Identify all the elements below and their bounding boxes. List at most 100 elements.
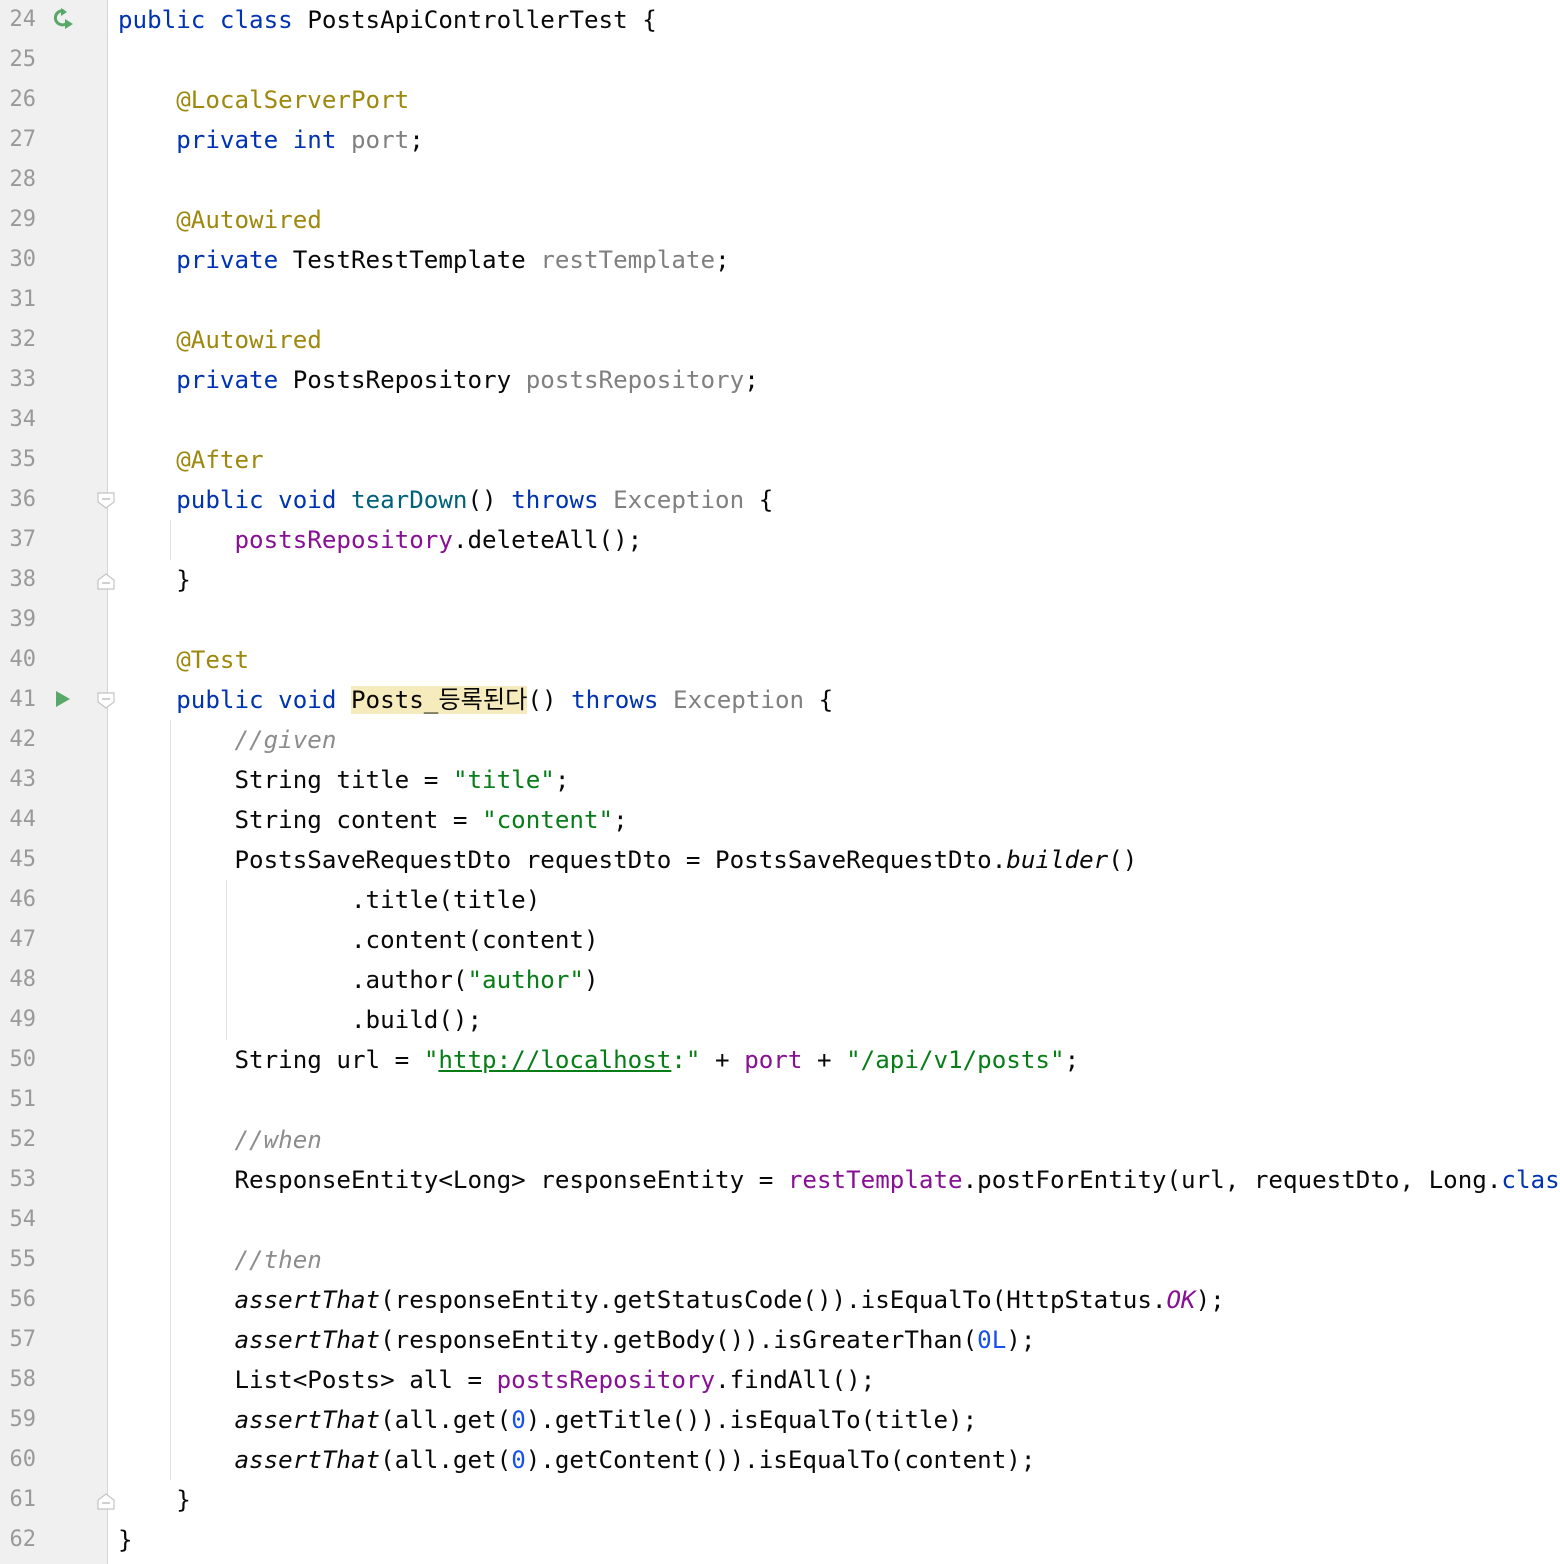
code-line[interactable]: 58 List<Posts> all = postsRepository.fin… — [0, 1360, 1560, 1400]
code-line[interactable]: 37 postsRepository.deleteAll(); — [0, 520, 1560, 560]
code-line[interactable]: 60 assertThat(all.get(0).getContent()).i… — [0, 1440, 1560, 1480]
fold-close-icon[interactable] — [97, 572, 115, 590]
code-text[interactable]: private TestRestTemplate restTemplate; — [118, 240, 729, 280]
code-line[interactable]: 43 String title = "title"; — [0, 760, 1560, 800]
code-line[interactable]: 56 assertThat(responseEntity.getStatusCo… — [0, 1280, 1560, 1320]
code-line[interactable]: 46 .title(title) — [0, 880, 1560, 920]
code-text[interactable]: postsRepository.deleteAll(); — [118, 520, 643, 560]
code-text[interactable]: assertThat(responseEntity.getStatusCode(… — [118, 1280, 1225, 1320]
code-line[interactable]: 31 — [0, 280, 1560, 320]
code-line[interactable]: 36 public void tearDown() throws Excepti… — [0, 480, 1560, 520]
line-number[interactable]: 47 — [0, 920, 37, 960]
code-text[interactable]: .build(); — [118, 1000, 482, 1040]
code-text[interactable]: String title = "title"; — [118, 760, 569, 800]
code-text[interactable]: .title(title) — [118, 880, 540, 920]
line-number[interactable]: 43 — [0, 760, 37, 800]
code-text[interactable]: } — [118, 560, 191, 600]
line-number[interactable]: 50 — [0, 1040, 37, 1080]
line-number[interactable]: 62 — [0, 1520, 37, 1560]
line-number[interactable]: 48 — [0, 960, 37, 1000]
line-number[interactable]: 40 — [0, 640, 37, 680]
line-number[interactable]: 30 — [0, 240, 37, 280]
code-text[interactable]: @LocalServerPort — [118, 80, 409, 120]
line-number[interactable]: 31 — [0, 280, 37, 320]
code-line[interactable]: 54 — [0, 1200, 1560, 1240]
code-line[interactable]: 26 @LocalServerPort — [0, 80, 1560, 120]
line-number[interactable]: 41 — [0, 680, 37, 720]
code-line[interactable]: 24 public class PostsApiControllerTest { — [0, 0, 1560, 40]
code-line[interactable]: 47 .content(content) — [0, 920, 1560, 960]
code-line[interactable]: 32 @Autowired — [0, 320, 1560, 360]
code-text[interactable]: .author("author") — [118, 960, 599, 1000]
code-text[interactable]: } — [118, 1520, 133, 1560]
code-text[interactable]: assertThat(responseEntity.getBody()).isG… — [118, 1320, 1036, 1360]
line-number[interactable]: 59 — [0, 1400, 37, 1440]
line-number[interactable]: 46 — [0, 880, 37, 920]
line-number[interactable]: 57 — [0, 1320, 37, 1360]
line-number[interactable]: 24 — [0, 0, 37, 40]
code-text[interactable]: PostsSaveRequestDto requestDto = PostsSa… — [118, 840, 1137, 880]
code-text[interactable]: public void tearDown() throws Exception … — [118, 480, 773, 520]
line-number[interactable]: 38 — [0, 560, 37, 600]
line-number[interactable]: 42 — [0, 720, 37, 760]
code-line[interactable]: 50 String url = "http://localhost:" + po… — [0, 1040, 1560, 1080]
code-line[interactable]: 48 .author("author") — [0, 960, 1560, 1000]
code-line[interactable]: 39 — [0, 600, 1560, 640]
code-text[interactable]: private PostsRepository postsRepository; — [118, 360, 759, 400]
line-number[interactable]: 26 — [0, 80, 37, 120]
code-text[interactable]: ResponseEntity<Long> responseEntity = re… — [118, 1160, 1560, 1200]
code-text[interactable]: public void Posts_등록된다() throws Exceptio… — [118, 680, 833, 720]
code-text[interactable]: @Test — [118, 640, 249, 680]
line-number[interactable]: 34 — [0, 400, 37, 440]
code-line[interactable]: 25 — [0, 40, 1560, 80]
code-line[interactable]: 34 — [0, 400, 1560, 440]
code-text[interactable]: } — [118, 1480, 191, 1520]
line-number[interactable]: 49 — [0, 1000, 37, 1040]
line-number[interactable]: 39 — [0, 600, 37, 640]
code-text[interactable]: assertThat(all.get(0).getContent()).isEq… — [118, 1440, 1036, 1480]
code-text[interactable]: @Autowired — [118, 200, 322, 240]
line-number[interactable]: 25 — [0, 40, 37, 80]
line-number[interactable]: 55 — [0, 1240, 37, 1280]
code-text[interactable]: //given — [118, 720, 337, 760]
code-line[interactable]: 49 .build(); — [0, 1000, 1560, 1040]
code-line[interactable]: 52 //when — [0, 1120, 1560, 1160]
line-number[interactable]: 53 — [0, 1160, 37, 1200]
line-number[interactable]: 54 — [0, 1200, 37, 1240]
code-line[interactable]: 51 — [0, 1080, 1560, 1120]
line-number[interactable]: 33 — [0, 360, 37, 400]
code-text[interactable]: List<Posts> all = postsRepository.findAl… — [118, 1360, 875, 1400]
code-line[interactable]: 27 private int port; — [0, 120, 1560, 160]
code-text[interactable]: //when — [118, 1120, 322, 1160]
line-number[interactable]: 36 — [0, 480, 37, 520]
code-line[interactable]: 30 private TestRestTemplate restTemplate… — [0, 240, 1560, 280]
code-line[interactable]: 40 @Test — [0, 640, 1560, 680]
run-recycle-icon[interactable] — [52, 8, 74, 30]
code-line[interactable]: 55 //then — [0, 1240, 1560, 1280]
fold-close-icon[interactable] — [97, 1492, 115, 1510]
code-line[interactable]: 57 assertThat(responseEntity.getBody()).… — [0, 1320, 1560, 1360]
code-editor[interactable]: 24 public class PostsApiControllerTest {2… — [0, 0, 1560, 1564]
line-number[interactable]: 44 — [0, 800, 37, 840]
line-number[interactable]: 37 — [0, 520, 37, 560]
code-text[interactable]: @Autowired — [118, 320, 322, 360]
line-number[interactable]: 29 — [0, 200, 37, 240]
code-line[interactable]: 33 private PostsRepository postsReposito… — [0, 360, 1560, 400]
code-line[interactable]: 29 @Autowired — [0, 200, 1560, 240]
code-line[interactable]: 35 @After — [0, 440, 1560, 480]
code-line[interactable]: 53 ResponseEntity<Long> responseEntity =… — [0, 1160, 1560, 1200]
fold-open-icon[interactable] — [97, 692, 115, 710]
line-number[interactable]: 32 — [0, 320, 37, 360]
code-text[interactable]: public class PostsApiControllerTest { — [118, 0, 657, 40]
code-line[interactable]: 44 String content = "content"; — [0, 800, 1560, 840]
code-line[interactable]: 28 — [0, 160, 1560, 200]
run-test-icon[interactable] — [52, 688, 74, 710]
code-text[interactable]: assertThat(all.get(0).getTitle()).isEqua… — [118, 1400, 978, 1440]
code-line[interactable]: 61 } — [0, 1480, 1560, 1520]
line-number[interactable]: 27 — [0, 120, 37, 160]
code-text[interactable]: private int port; — [118, 120, 424, 160]
code-line[interactable]: 62} — [0, 1520, 1560, 1560]
line-number[interactable]: 51 — [0, 1080, 37, 1120]
code-line[interactable]: 41 public void Posts_등록된다() throws Excep… — [0, 680, 1560, 720]
line-number[interactable]: 45 — [0, 840, 37, 880]
